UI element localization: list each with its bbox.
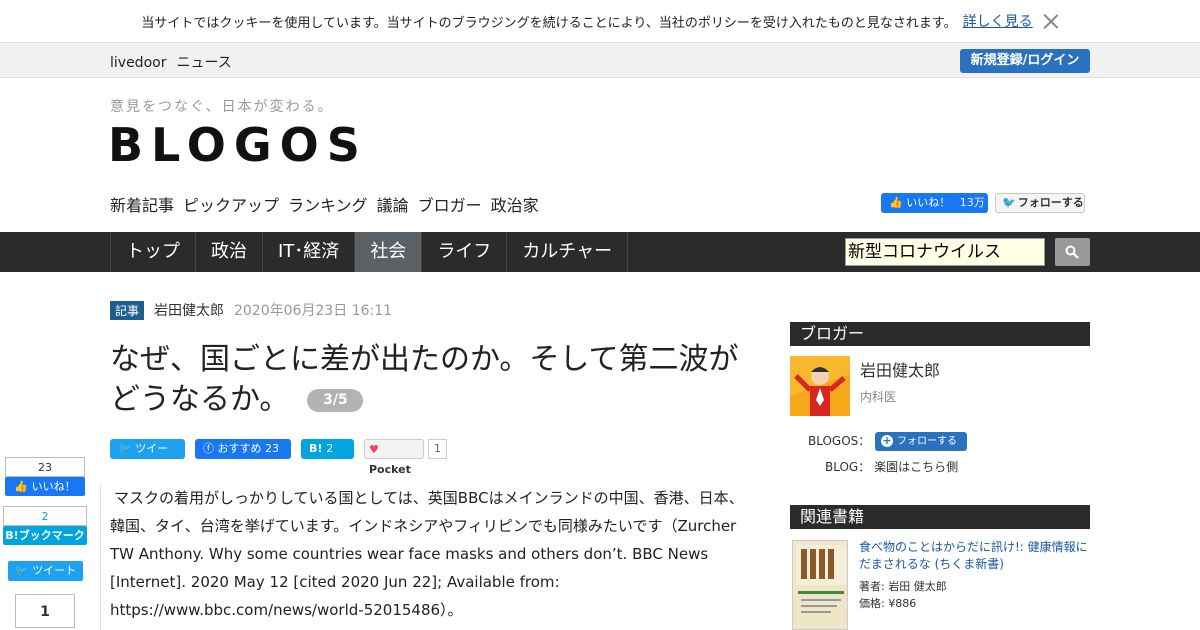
tab-it-economy[interactable]: IT･経済 — [263, 232, 356, 272]
floating-hatena-count-box: 2 — [3, 506, 87, 526]
blog-link[interactable]: 楽園はこちら側 — [874, 460, 958, 474]
tab-society[interactable]: 社会 — [355, 232, 423, 272]
livedoor-bar: livedoor ニュース 新規登録/ログイン — [0, 42, 1200, 78]
tab-culture[interactable]: カルチャー — [507, 232, 629, 272]
subnav-blogger[interactable]: ブロガー — [418, 192, 482, 216]
floating-hatena-button[interactable]: B!ブックマーク — [3, 526, 87, 545]
fb-recommend-label: おすすめ — [217, 442, 262, 455]
facebook-icon: ⓕ — [203, 442, 214, 455]
cookie-banner: 当サイトではクッキーを使用しています。当サイトのブラウジングを続けることにより、… — [0, 0, 1200, 42]
subnav-pickup[interactable]: ピックアップ — [183, 192, 279, 216]
subnav-discussion[interactable]: 議論 — [377, 192, 409, 216]
thumbs-up-icon: 👍 — [14, 480, 29, 493]
news-label: ニュース — [176, 55, 232, 71]
blogger-name[interactable]: 岩田健太郎 — [860, 357, 940, 381]
subnav-ranking[interactable]: ランキング — [288, 192, 368, 216]
floating-hatena-count: 2 — [41, 510, 49, 523]
floating-tweet-label: ツイート — [32, 564, 77, 577]
hatena-label: B! — [309, 442, 323, 455]
site-tagline: 意見をつなぐ、日本が変わる。 — [110, 99, 334, 115]
floating-tweet-button[interactable]: 🐦 ツイート — [8, 561, 83, 581]
hatena-count: 2 — [326, 442, 334, 455]
blogger-role: 内科医 — [860, 390, 897, 404]
article-author[interactable]: 岩田健太郎 — [154, 300, 224, 320]
book-title-link[interactable]: 食べ物のことはからだに訊け!: 健康情報にだまされるな (ちくま新書) — [859, 539, 1089, 573]
floating-fb-count: 23 — [38, 461, 52, 474]
floating-hatena-label: B!ブックマーク — [5, 529, 85, 542]
blog-link-row: BLOG： 楽園はこちら側 — [825, 458, 958, 475]
hatena-bookmark-button[interactable]: B! 2 — [301, 439, 354, 459]
facebook-recommend-button[interactable]: ⓕ おすすめ 23 — [195, 439, 291, 459]
tab-politics[interactable]: 政治 — [196, 232, 263, 272]
twitter-bird-icon: 🐦 — [14, 564, 29, 577]
facebook-like-button[interactable]: 👍 いいね！ 13万 — [881, 193, 988, 213]
twitter-bird-icon: 🐦 — [118, 442, 132, 455]
livedoor-news-link[interactable]: livedoor ニュース — [110, 52, 242, 72]
article-meta: 記事 岩田健太郎 2020年06月23日 16:11 — [110, 300, 393, 320]
fb-like-count: 13万 — [959, 196, 985, 209]
tw-follow-label: フォローする — [1017, 196, 1084, 209]
blogos-follow-button[interactable]: + フォローする — [875, 432, 967, 451]
twitter-follow-button[interactable]: 🐦 フォローする — [995, 193, 1085, 213]
content-divider — [100, 484, 101, 630]
article-date: 2020年06月23日 16:11 — [234, 303, 393, 319]
blogger-avatar[interactable] — [790, 356, 850, 416]
sidebar-blogger-heading: ブロガー — [790, 322, 1090, 346]
twitter-bird-icon: 🐦 — [1002, 196, 1016, 209]
share-bar: 🐦 ツイート ⓕ おすすめ 23 B! 2 ♥ Pocket 1 — [110, 439, 447, 476]
article-body: マスクの着用がしっかりしている国としては、英国BBCはメインランドの中国、香港、… — [110, 484, 755, 624]
fb-recommend-count: 23 — [265, 442, 279, 455]
article-paragraph: マスクの着用がしっかりしている国としては、英国BBCはメインランドの中国、香港、… — [110, 489, 744, 619]
register-login-button[interactable]: 新規登録/ログイン — [960, 49, 1090, 73]
tab-top[interactable]: トップ — [111, 232, 196, 272]
floating-pocket-count-box[interactable]: 1 — [15, 594, 75, 628]
follow-label: フォローする — [897, 436, 957, 447]
floating-fb-like-button[interactable]: 👍 いいね！ — [5, 477, 85, 496]
tab-life[interactable]: ライフ — [422, 232, 508, 272]
search-button[interactable] — [1055, 238, 1090, 266]
blogos-follow-label: BLOGOS： — [808, 434, 871, 448]
book-cover-illustration — [793, 541, 847, 629]
fb-like-label: いいね！ — [906, 196, 951, 209]
page-indicator: 3/5 — [307, 389, 364, 412]
thumbs-up-icon: 👍 — [889, 196, 903, 209]
pocket-label: Pocket — [369, 463, 411, 476]
article-title: なぜ、国ごとに差が出たのか。そして第二波がどうなるか。 3/5 — [110, 340, 760, 420]
blogger-avatar-illustration — [790, 356, 850, 416]
pocket-button[interactable]: ♥ Pocket — [364, 439, 424, 476]
blogos-logo[interactable]: BLOGOS — [108, 118, 368, 172]
floating-fb-like-label: いいね！ — [31, 480, 76, 493]
cookie-text: 当サイトではクッキーを使用しています。当サイトのブラウジングを続けることにより、… — [141, 15, 957, 31]
article-title-text: なぜ、国ごとに差が出たのか。そして第二波がどうなるか。 — [110, 342, 739, 417]
plus-icon: + — [881, 434, 893, 447]
subnav-politician[interactable]: 政治家 — [491, 192, 539, 216]
book-price: 価格: ¥886 — [859, 597, 917, 610]
search-icon — [1065, 245, 1079, 259]
livedoor-label: livedoor — [110, 55, 167, 71]
pocket-count: 1 — [428, 439, 447, 459]
floating-pocket-count: 1 — [40, 604, 50, 620]
subnav-new[interactable]: 新着記事 — [110, 192, 174, 216]
article-tag: 記事 — [110, 300, 145, 320]
book-cover[interactable] — [792, 540, 848, 630]
book-author: 著者: 岩田 健太郎 — [859, 580, 947, 593]
pocket-icon: ♥ — [369, 443, 379, 456]
cookie-more-link[interactable]: 詳しく見る — [963, 11, 1033, 31]
floating-fb-count-box: 23 — [5, 457, 85, 477]
tweet-button[interactable]: 🐦 ツイート — [110, 439, 185, 475]
search-input[interactable]: 新型コロナウイルス — [845, 238, 1045, 266]
blog-label: BLOG： — [825, 460, 871, 474]
sub-navigation: 新着記事 ピックアップ ランキング 議論 ブロガー 政治家 — [110, 192, 548, 216]
sidebar-books-heading: 関連書籍 — [790, 505, 1090, 529]
close-icon[interactable] — [1043, 13, 1059, 29]
